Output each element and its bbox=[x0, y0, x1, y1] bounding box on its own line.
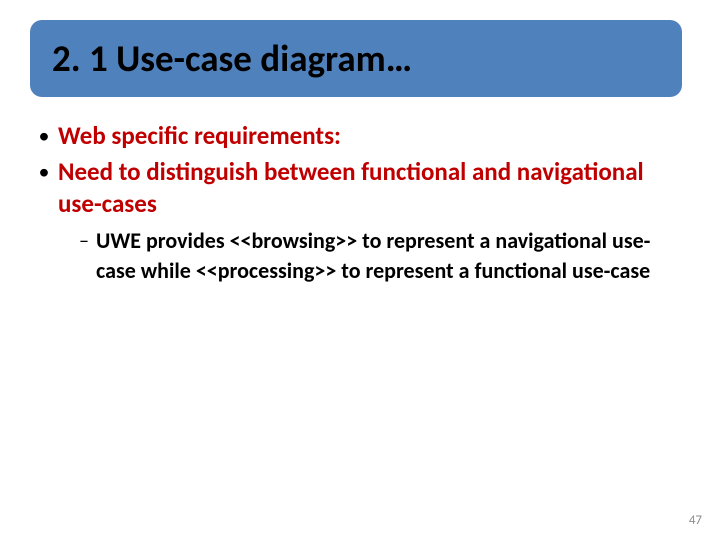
sub-bullet-text: UWE provides <<browsing>> to represent a… bbox=[96, 226, 690, 286]
bullet-item: • Need to distinguish between functional… bbox=[30, 156, 690, 220]
page-number: 47 bbox=[689, 513, 702, 528]
bullet-dash-icon: – bbox=[72, 226, 96, 256]
bullet-text: Need to distinguish between functional a… bbox=[58, 156, 690, 220]
bullet-dot-icon: • bbox=[30, 120, 58, 152]
slide-title: 2. 1 Use-case diagram… bbox=[52, 36, 660, 81]
sub-bullet-item: – UWE provides <<browsing>> to represent… bbox=[72, 226, 690, 286]
title-box: 2. 1 Use-case diagram… bbox=[30, 20, 682, 97]
slide: 2. 1 Use-case diagram… • Web specific re… bbox=[0, 0, 720, 540]
bullet-item: • Web specific requirements: bbox=[30, 120, 690, 152]
slide-body: • Web specific requirements: • Need to d… bbox=[30, 120, 690, 286]
bullet-text: Web specific requirements: bbox=[58, 120, 341, 152]
bullet-dot-icon: • bbox=[30, 156, 58, 188]
